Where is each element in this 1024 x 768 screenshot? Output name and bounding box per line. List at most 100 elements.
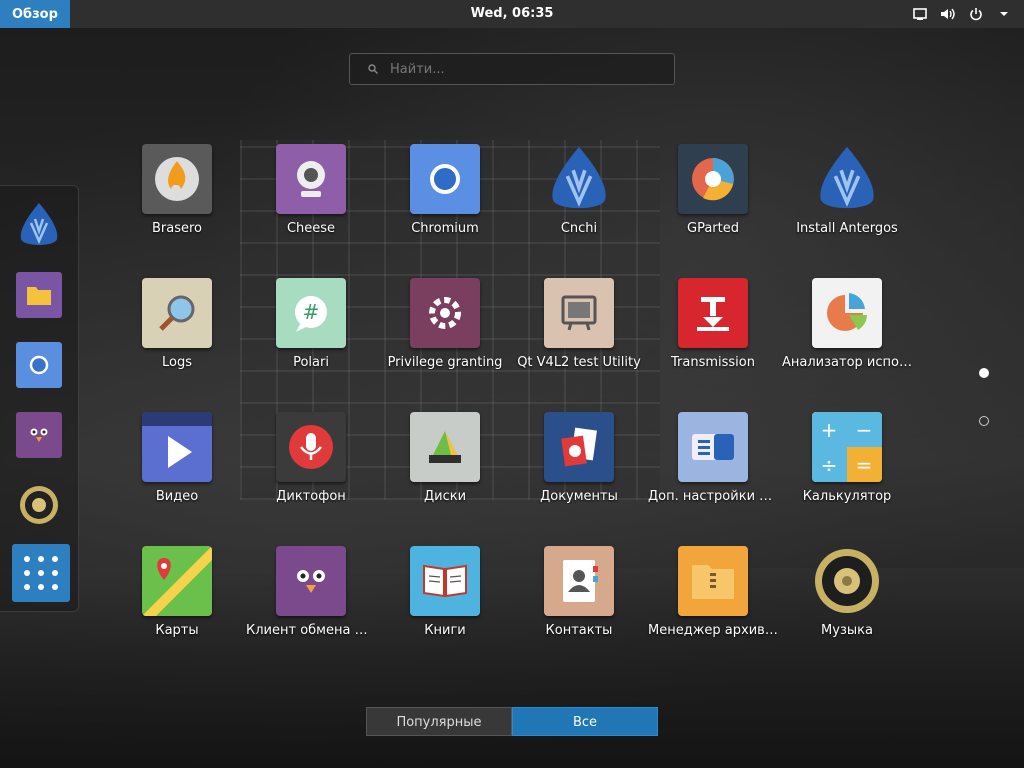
grid-dot — [52, 584, 58, 590]
logs-icon — [142, 278, 212, 348]
disk-usage-icon — [812, 278, 882, 348]
music-icon — [812, 546, 882, 616]
app-label: Chromium — [411, 221, 479, 236]
show-apps-button[interactable] — [12, 544, 70, 602]
disks-icon — [410, 412, 480, 482]
privilege-icon — [410, 278, 480, 348]
app-label: Privilege granting — [387, 355, 503, 370]
books-icon — [410, 546, 480, 616]
grid-dot — [52, 556, 58, 562]
app-contacts[interactable]: Контакты — [512, 546, 646, 656]
maps-icon — [142, 546, 212, 616]
grid-dot — [24, 570, 30, 576]
app-logs[interactable]: Logs — [110, 278, 244, 388]
antergos-icon — [812, 144, 882, 214]
app-label: Документы — [540, 489, 618, 504]
app-recorder[interactable]: Диктофон — [244, 412, 378, 522]
dash-antergos[interactable] — [15, 201, 63, 249]
app-label: Install Antergos — [796, 221, 898, 236]
dash — [0, 185, 79, 612]
app-tweaks[interactable]: Доп. настройки GNOME — [646, 412, 780, 522]
app-pidgin[interactable]: Клиент обмена мгновенными сообщениями Pi… — [244, 546, 378, 656]
power-icon[interactable] — [968, 6, 984, 22]
search-entry[interactable] — [349, 53, 675, 85]
dash-speaker[interactable] — [15, 481, 63, 529]
cnchi-icon — [544, 144, 614, 214]
app-cnchi[interactable]: Cnchi — [512, 144, 646, 254]
app-transmission[interactable]: Transmission — [646, 278, 780, 388]
app-label: Диски — [423, 489, 467, 504]
app-cheese[interactable]: Cheese — [244, 144, 378, 254]
app-maps[interactable]: Карты — [110, 546, 244, 656]
app-label: Музыка — [821, 623, 873, 638]
svg-text:#: # — [303, 300, 320, 324]
qt-v4l2-icon — [544, 278, 614, 348]
grid-dot — [38, 570, 44, 576]
page-dot-2[interactable] — [979, 416, 989, 426]
search-icon — [368, 64, 378, 74]
app-archive-manager[interactable]: Менеджер архивов — [646, 546, 780, 656]
speaker-icon — [20, 486, 58, 524]
transmission-icon — [678, 278, 748, 348]
app-gparted[interactable]: GParted — [646, 144, 780, 254]
chevron-down-icon[interactable] — [996, 6, 1012, 22]
app-label: Менеджер архивов — [648, 623, 780, 638]
dash-pidgin[interactable] — [15, 411, 63, 459]
pidgin-icon — [276, 546, 346, 616]
app-documents[interactable]: Документы — [512, 412, 646, 522]
app-label: GParted — [687, 221, 739, 236]
clock[interactable]: Wed, 06:35 — [0, 0, 1024, 28]
antergos-icon — [20, 203, 58, 245]
svg-text:=: = — [856, 453, 873, 477]
volume-icon[interactable] — [940, 6, 956, 22]
app-label: Карты — [155, 623, 199, 638]
app-label: Logs — [162, 355, 192, 370]
activities-button[interactable]: Обзор — [0, 0, 70, 28]
app-polari[interactable]: # Polari — [244, 278, 378, 388]
app-calculator[interactable]: + − ÷ = Калькулятор — [780, 412, 914, 522]
archive-icon — [678, 546, 748, 616]
app-disks[interactable]: Диски — [378, 412, 512, 522]
page-dot-1[interactable] — [979, 368, 989, 378]
app-label: Доп. настройки GNOME — [648, 489, 780, 504]
app-label: Анализатор использования дисков — [782, 355, 914, 370]
documents-icon — [544, 412, 614, 482]
app-label: Калькулятор — [802, 489, 892, 504]
calculator-icon: + − ÷ = — [812, 412, 882, 482]
polari-icon: # — [276, 278, 346, 348]
app-view-switcher: Популярные Все — [366, 707, 658, 736]
app-label: Клиент обмена мгновенными сообщениями Pi… — [246, 623, 378, 638]
app-privilege-granting[interactable]: Privilege granting — [378, 278, 512, 388]
app-chromium[interactable]: Chromium — [378, 144, 512, 254]
chromium-icon — [410, 144, 480, 214]
app-disk-usage[interactable]: Анализатор использования дисков — [780, 278, 914, 388]
top-bar: Обзор Wed, 06:35 — [0, 0, 1024, 28]
brasero-icon — [142, 144, 212, 214]
app-label: Cheese — [286, 221, 336, 236]
search-input[interactable] — [388, 60, 652, 78]
video-icon — [142, 412, 212, 482]
app-books[interactable]: Книги — [378, 546, 512, 656]
app-label: Transmission — [671, 355, 755, 370]
pidgin-icon — [16, 412, 62, 458]
app-label: Книги — [424, 623, 466, 638]
app-label: Qt V4L2 test Utility — [517, 355, 641, 370]
app-brasero[interactable]: Brasero — [110, 144, 244, 254]
app-label: Cnchi — [560, 221, 598, 236]
tab-all[interactable]: Все — [512, 707, 658, 736]
network-icon[interactable] — [912, 6, 928, 22]
dash-chromium[interactable] — [15, 341, 63, 389]
app-install-antergos[interactable]: Install Antergos — [780, 144, 914, 254]
app-label: Диктофон — [276, 489, 346, 504]
tab-popular[interactable]: Популярные — [366, 707, 512, 736]
apps-grid-icon — [24, 556, 30, 562]
app-music[interactable]: Музыка — [780, 546, 914, 656]
app-qt-v4l2[interactable]: Qt V4L2 test Utility — [512, 278, 646, 388]
recorder-icon — [276, 412, 346, 482]
app-video[interactable]: Видео — [110, 412, 244, 522]
dash-files[interactable] — [15, 271, 63, 319]
grid-dot — [38, 584, 44, 590]
files-icon — [16, 272, 62, 318]
app-label: Контакты — [545, 623, 613, 638]
system-tray[interactable] — [912, 0, 1012, 28]
